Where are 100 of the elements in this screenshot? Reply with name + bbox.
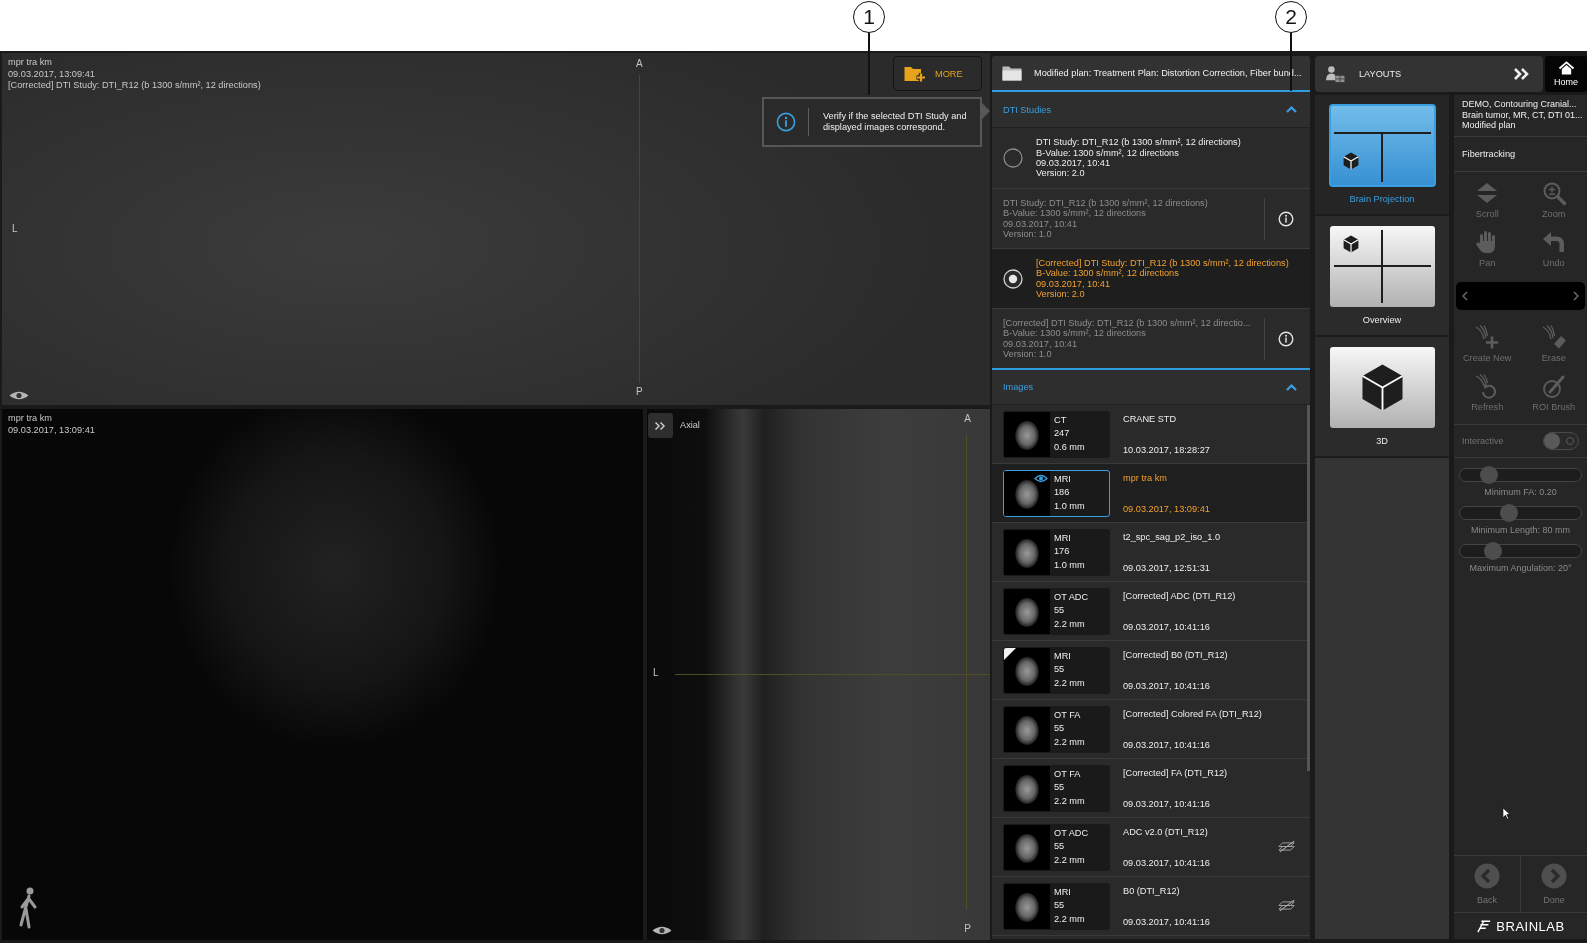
eye-icon[interactable] <box>9 390 29 401</box>
dti-study-item[interactable]: [Corrected] DTI Study: DTI_R12 (b 1300 s/mm², 12 directions) B-Value: 1300 s/mm², 12 directions 09.03.2017, 10:41 Version: 2.0 <box>992 248 1310 308</box>
orientation-label: L <box>653 667 659 678</box>
series-date-text: 09.03.2017, 10:41:16 <box>1123 739 1211 750</box>
version-text: Version: 2.0 <box>1036 288 1086 300</box>
series-name-text: mpr tra km <box>1123 472 1168 483</box>
layout-option[interactable]: Overview <box>1315 216 1449 337</box>
folder-plus-icon <box>904 64 926 83</box>
image-series-item[interactable]: MRI 55 2.2 mm B0 (DTI_R12) 09.03.2017, 10:41:16 <box>992 877 1310 936</box>
study-date-text: 09.03.2017, 10:41 <box>1003 338 1079 349</box>
slider-label: Maximum Angulation: 20° <box>1468 562 1573 573</box>
slider-track[interactable] <box>1459 505 1582 520</box>
section-header[interactable]: DTI Studies <box>992 92 1310 128</box>
slider-thumb[interactable] <box>1479 465 1498 484</box>
chevron-right-circle-icon <box>1541 863 1567 889</box>
double-chevron-icon <box>654 420 667 431</box>
slice-thickness-text: 2.2 mm <box>1054 912 1085 926</box>
expand-button[interactable] <box>648 413 673 438</box>
slider-thumb[interactable] <box>1500 503 1519 522</box>
layout-option[interactable]: Brain Projection <box>1315 95 1449 216</box>
viewer-info-text: 09.03.2017, 13:09:41 <box>8 68 95 80</box>
section-header[interactable]: Images <box>992 368 1310 405</box>
logo-icon <box>1476 919 1493 933</box>
series-name-text: [Corrected] ADC (DTI_R12) <box>1123 590 1236 601</box>
double-chevron-icon[interactable] <box>1513 67 1531 81</box>
3d-rendering-viewport[interactable]: mpr tra km 09.03.2017, 13:09:41 <box>2 409 643 940</box>
workflow-step-title: Fibertracking <box>1454 136 1587 172</box>
series-date-text: 09.03.2017, 10:41:16 <box>1123 857 1210 868</box>
orientation-label: P <box>964 923 971 934</box>
b-value-text: B-Value: 1300 s/mm², 12 directions <box>1036 147 1180 158</box>
image-series-item[interactable]: OT ADC 55 2.2 mm [Corrected] ADC (DTI_R12) 09.03.2017, 10:41:16 <box>992 582 1310 641</box>
dti-study-item[interactable]: DTI Study: DTI_R12 (b 1300 s/mm², 12 directions) B-Value: 1300 s/mm², 12 directions 09.03.2017, 10:41 Version: 2.0 <box>992 128 1310 188</box>
image-series-item[interactable]: OT ADC 55 2.2 mm ADC v2.0 (DTI_R12) 09.03.2017, 10:41:16 <box>992 818 1310 877</box>
image-series-item[interactable]: OT FA 55 2.2 mm [Corrected] Colored FA (DTI_R12) 09.03.2017, 10:41:16 <box>992 700 1310 759</box>
scan-thumbnail-placeholder <box>1004 647 1050 693</box>
image-series-item[interactable]: MRI 55 2.2 mm [Corrected] B0 (DTI_R12) 09.03.2017, 10:41:16 <box>992 641 1310 700</box>
viewer-info-text: [Corrected] DTI Study: DTI_R12 (b 1300 s/mm², 12 directions) <box>8 80 261 92</box>
series-name-text: B0 (DTI_R12) <box>1123 885 1181 896</box>
series-date-text: 09.03.2017, 10:41:16 <box>1123 916 1210 927</box>
home-button[interactable]: Home <box>1545 56 1587 92</box>
view-name-text: Axial <box>680 420 700 430</box>
slider-track[interactable] <box>1459 467 1582 482</box>
b-value-text: B-Value: 1300 s/mm², 12 directions <box>1003 328 1147 339</box>
chevron-left-icon[interactable] <box>1462 290 1468 301</box>
home-icon <box>1557 61 1575 75</box>
chevron-left-circle-icon <box>1474 863 1500 889</box>
slider-thumb[interactable] <box>1483 541 1502 560</box>
image-series-item[interactable]: MRI 186 1.0 mm mpr tra km 09.03.2017, 13:09:41 <box>992 464 1310 523</box>
modality-text: MRI <box>1054 531 1072 545</box>
info-icon <box>1277 210 1294 227</box>
radio-button[interactable] <box>1003 148 1023 168</box>
series-date-text: 09.03.2017, 10:41:16 <box>1123 798 1211 809</box>
info-icon <box>1277 330 1294 347</box>
study-name-text: [Corrected] DTI Study: DTI_R12 (b 1300 s/mm², 12 directions) <box>1036 257 1290 269</box>
scrollbar[interactable] <box>1307 405 1310 771</box>
modality-text: MRI <box>1054 885 1072 899</box>
b-value-text: B-Value: 1300 s/mm², 12 directions <box>1003 208 1147 219</box>
series-name-text: t2_spc_sag_p2_iso_1.0 <box>1123 531 1221 542</box>
image-series-item[interactable]: OT FA 55 2.2 mm [Corrected] FA (DTI_R12) 09.03.2017, 10:41:16 <box>992 759 1310 818</box>
mri-scan-viewport[interactable]: Axial A P L <box>647 409 990 940</box>
slider-track[interactable] <box>1459 543 1582 558</box>
modality-text: OT ADC <box>1054 590 1089 604</box>
series-name-text: [Corrected] Colored FA (DTI_R12) <box>1123 708 1262 719</box>
radio-button[interactable] <box>1003 268 1023 289</box>
scan-thumbnail-placeholder <box>1004 470 1050 516</box>
series-date-text: 10.03.2017, 18:28:27 <box>1123 444 1210 455</box>
version-text: Version: 1.0 <box>1003 228 1053 240</box>
scan-thumbnail-placeholder <box>1004 411 1050 457</box>
stacked-planes-icon[interactable] <box>1278 840 1296 853</box>
slice-count-text: 55 <box>1054 722 1066 735</box>
image-series-item[interactable]: CT 247 0.6 mm CRANE STD 10.03.2017, 18:28:27 <box>992 405 1310 464</box>
info-icon <box>776 112 796 132</box>
series-date-text: 09.03.2017, 10:41:16 <box>1123 680 1211 691</box>
patient-info-text: DEMO, Contouring Cranial... <box>1462 99 1578 110</box>
tooltip-text: Verify if the selected DTI Study and displayed images correspond. <box>823 111 968 133</box>
chevron-right-icon[interactable] <box>1573 290 1579 301</box>
viewer-info-text: mpr tra km <box>8 413 52 425</box>
slice-thickness-text: 2.2 mm <box>1054 676 1085 690</box>
scan-thumbnail-placeholder <box>1004 765 1050 811</box>
slice-thickness-text: 2.2 mm <box>1054 617 1086 631</box>
more-button[interactable]: MORE <box>893 56 982 91</box>
scan-thumbnail-placeholder <box>1004 706 1050 752</box>
study-date-text: 09.03.2017, 10:41 <box>1036 158 1112 169</box>
slice-thickness-text: 2.2 mm <box>1054 794 1085 808</box>
stacked-planes-icon[interactable] <box>1278 899 1296 912</box>
slice-count-text: 55 <box>1054 840 1066 853</box>
slice-thickness-text: 1.0 mm <box>1054 499 1085 513</box>
scan-thumbnail-placeholder <box>1004 588 1050 634</box>
orientation-label: A <box>964 413 971 424</box>
fiber-eraser-icon <box>1540 323 1567 350</box>
viewer-info-text: 09.03.2017, 13:09:41 <box>8 424 95 436</box>
image-series-item[interactable]: MRI 176 1.0 mm t2_spc_sag_p2_iso_1.0 09.03.2017, 12:51:31 <box>992 523 1310 582</box>
series-date-text: 09.03.2017, 13:09:41 <box>1123 503 1210 514</box>
eye-icon[interactable] <box>652 925 672 936</box>
slider-label: Minimum Length: 80 mm <box>1469 524 1571 535</box>
layout-option[interactable]: 3D <box>1315 337 1449 458</box>
slice-count-text: 186 <box>1054 486 1071 499</box>
slice-thickness-text: 2.2 mm <box>1054 853 1086 867</box>
series-date-text: 09.03.2017, 12:51:31 <box>1123 562 1211 573</box>
slice-count-text: 55 <box>1054 604 1066 617</box>
